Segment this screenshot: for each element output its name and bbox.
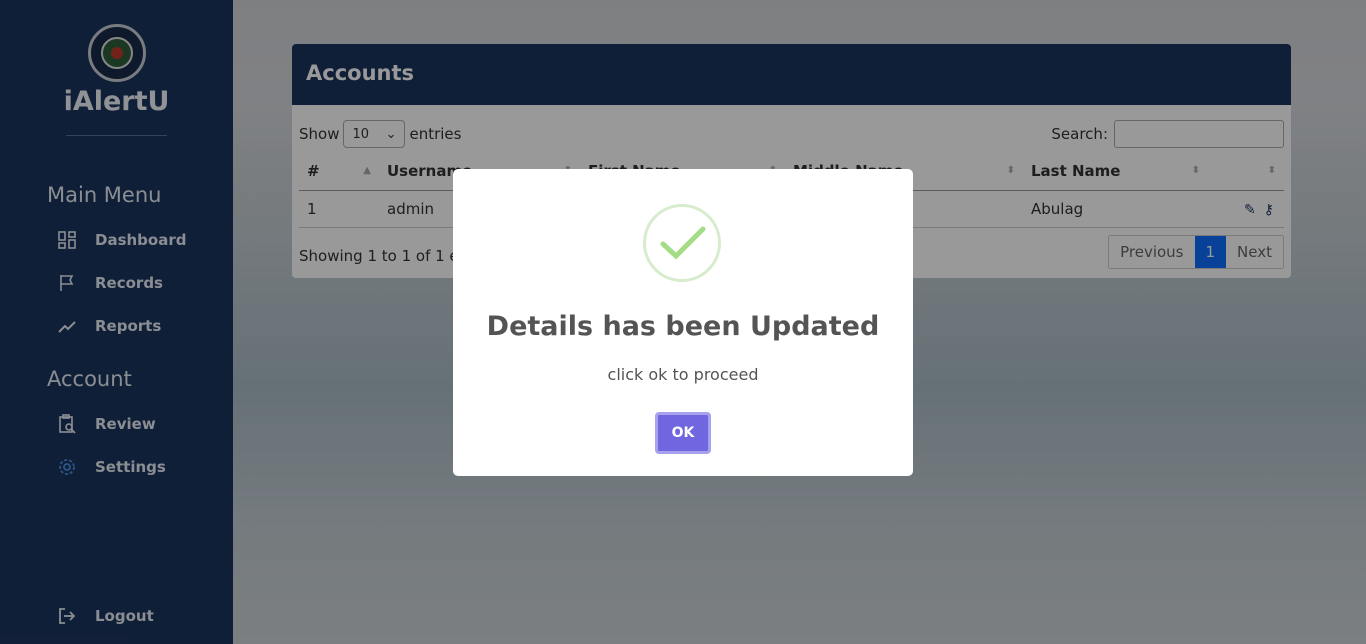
dialog-title: Details has been Updated — [486, 311, 880, 342]
ok-button[interactable]: OK — [655, 412, 711, 454]
success-check-icon — [643, 204, 721, 282]
success-dialog: Details has been Updated click ok to pro… — [453, 169, 913, 476]
dialog-text: click ok to proceed — [607, 365, 759, 384]
